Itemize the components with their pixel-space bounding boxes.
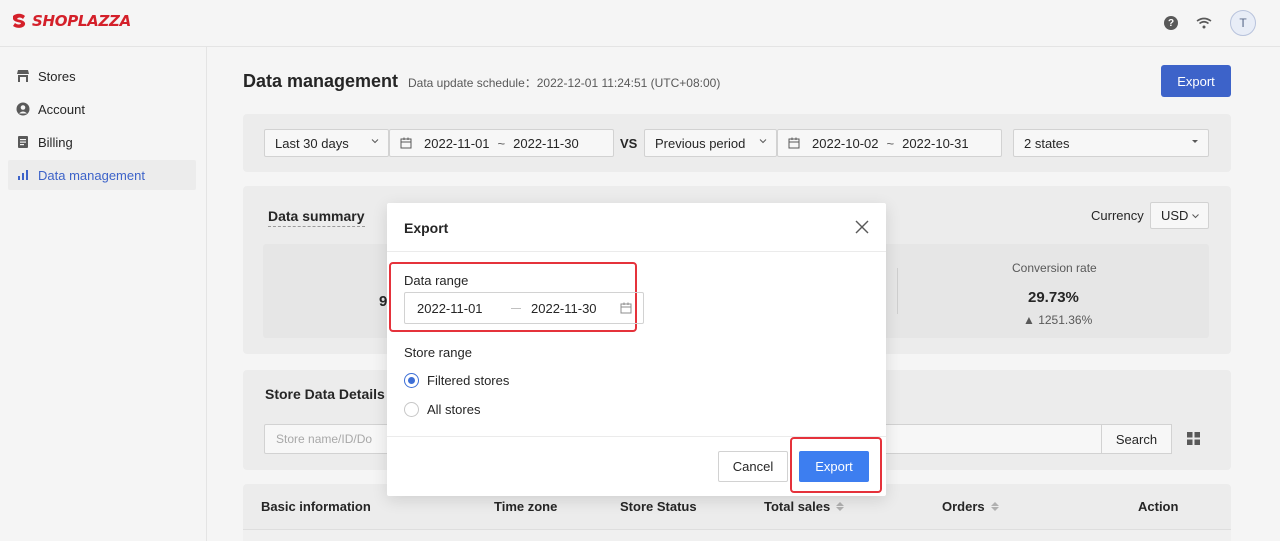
export-modal: Export Data range 2022-11-01 2022-11-30 …: [387, 203, 886, 496]
modal-title: Export: [404, 220, 449, 236]
export-range-start: 2022-11-01: [417, 301, 483, 316]
modal-header: Export: [387, 203, 886, 252]
radio-label: Filtered stores: [427, 373, 510, 388]
data-range-label: Data range: [404, 273, 469, 288]
cancel-button[interactable]: Cancel: [718, 451, 788, 482]
close-icon[interactable]: [854, 219, 870, 235]
radio-button[interactable]: [404, 402, 419, 417]
export-range-end: 2022-11-30: [531, 301, 597, 316]
radio-all-stores[interactable]: All stores: [404, 402, 480, 417]
calendar-icon: [620, 302, 632, 314]
export-date-range-picker[interactable]: 2022-11-01 2022-11-30: [404, 292, 644, 324]
radio-label: All stores: [427, 402, 481, 417]
modal-export-button[interactable]: Export: [799, 451, 869, 482]
radio-filtered-stores[interactable]: Filtered stores: [404, 373, 509, 388]
radio-button-selected[interactable]: [404, 373, 419, 388]
store-range-label: Store range: [404, 345, 472, 360]
range-separator: [511, 308, 521, 309]
